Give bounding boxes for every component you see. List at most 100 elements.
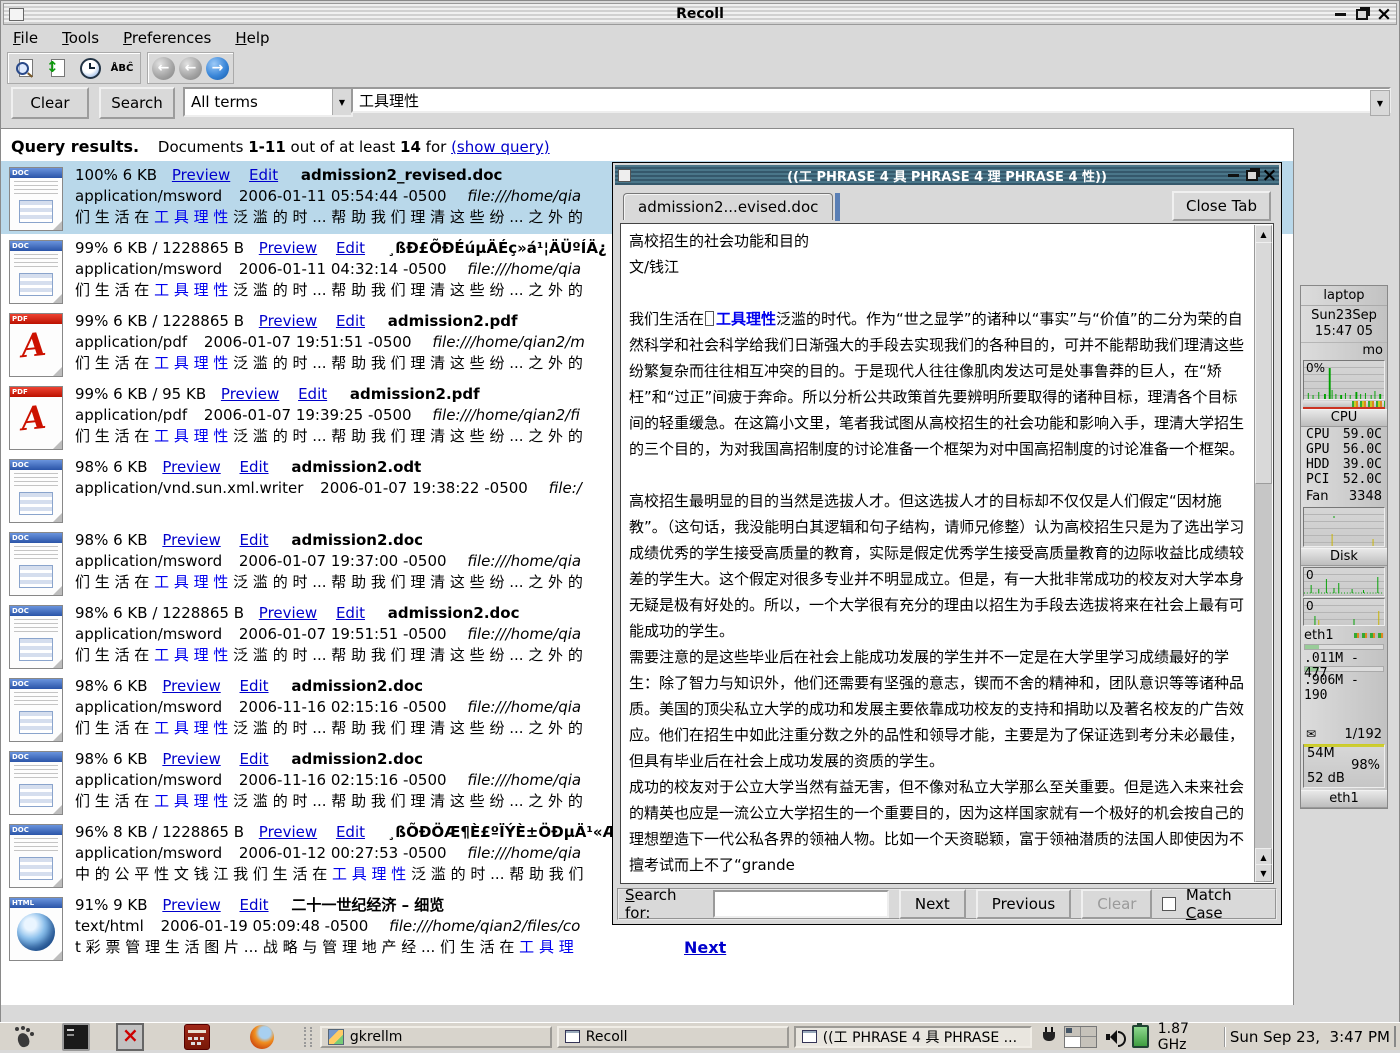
search-input[interactable] [351,87,1391,113]
results-total: 14 [400,138,421,156]
preview-content[interactable]: 高校招生的社会功能和目的 文/钱江 我们生活在工具理性泛滥的时代。作为“世之显学… [629,228,1247,881]
preview-link[interactable]: Preview [162,458,220,476]
gnome-menu-icon[interactable] [12,1025,36,1049]
edit-link[interactable]: Edit [240,677,269,695]
prev-page-icon[interactable] [179,57,202,80]
find-clear-button[interactable]: Clear [1081,889,1152,919]
task-button-recoll[interactable]: Recoll [557,1026,789,1048]
preview-heading: 高校招生的社会功能和目的 文/钱江 [629,228,1247,280]
gk-disk-header[interactable]: Disk [1301,548,1387,566]
preview-scrollbar[interactable] [1254,225,1272,882]
workspace-pager[interactable] [1064,1026,1097,1048]
battery-icon[interactable] [1132,1025,1149,1048]
gk-disk-chart-2[interactable]: 0 [1303,598,1385,626]
preview-link[interactable]: Preview [221,385,279,403]
preview-link[interactable]: Preview [162,750,220,768]
edit-link[interactable]: Edit [249,166,278,184]
search-page-icon[interactable] [12,56,40,80]
result-datetime: 2006-01-07 19:38:22 -0500 [320,479,528,497]
preview-titlebar[interactable]: ((工 PHRASE 4 具 PHRASE 4 理 PHRASE 4 性)) [615,165,1279,185]
preview-link[interactable]: Preview [259,604,317,622]
edit-link[interactable]: Edit [336,604,365,622]
power-plug-icon[interactable] [1043,1027,1055,1047]
taskbar-clock[interactable]: Sun Sep 23, 3:47 PM [1230,1028,1400,1046]
close-tab-button[interactable]: Close Tab [1172,191,1271,221]
preview-link[interactable]: Preview [162,896,220,914]
show-query-link[interactable]: (show query) [451,138,550,156]
edit-link[interactable]: Edit [240,896,269,914]
scroll-down-icon[interactable] [1255,864,1272,882]
preview-window-menu-icon[interactable] [618,169,631,182]
match-case-checkbox[interactable] [1162,897,1175,911]
edit-link[interactable]: Edit [240,531,269,549]
chevron-down-icon[interactable] [332,89,351,115]
edit-link[interactable]: Edit [240,750,269,768]
edit-link[interactable]: Edit [240,458,269,476]
cpu-frequency: 1.87 GHz [1158,1021,1220,1053]
maximize-icon[interactable] [1353,6,1371,22]
main-titlebar[interactable]: Recoll [3,3,1397,25]
gk-disk-chart-1[interactable]: 0 [1303,567,1385,597]
edit-link[interactable]: Edit [336,312,365,330]
find-previous-button[interactable]: Previous [976,889,1071,919]
preview-link[interactable]: Preview [259,823,317,841]
doc-file-icon: DOC A [9,751,63,815]
preview-minimize-icon[interactable] [1226,167,1241,183]
result-snippet: 们 生 活 在 工 具 理 性 泛 滥 的 时 ... 帮 助 我 们 理 清 … [75,791,583,812]
preview-maximize-icon[interactable] [1244,167,1259,183]
menu-help[interactable]: Help [235,29,269,47]
edit-link[interactable]: Edit [298,385,327,403]
next-page-icon[interactable] [206,57,229,80]
volume-icon[interactable] [1106,1028,1123,1046]
gk-cpu-chart[interactable]: 0% [1303,360,1385,400]
gk-volume: 52 dB [1307,771,1345,786]
gk-mail-row[interactable]: 1/192 [1301,726,1387,743]
preview-link[interactable]: Preview [172,166,230,184]
gk-clock[interactable]: Sun23Sep 15:47 05 [1301,306,1387,343]
edit-link[interactable]: Edit [336,239,365,257]
search-mode-select[interactable]: All terms [183,87,353,117]
first-page-icon[interactable] [152,57,175,80]
terminal-launcher-icon[interactable] [62,1023,90,1051]
preview-link[interactable]: Preview [162,531,220,549]
task-button-gkrellm[interactable]: gkrellm [320,1026,552,1048]
menu-preferences[interactable]: Preferences [123,29,211,47]
tasklist-handle[interactable] [304,1027,312,1047]
update-index-icon[interactable]: ↕ [44,56,72,80]
taskbar-end-handle[interactable] [1394,1026,1396,1047]
close-icon[interactable] [1375,6,1393,22]
preview-tab[interactable]: admission2...evised.doc [623,193,833,220]
menu-file[interactable]: File [13,29,38,47]
result-mime: application/vnd.sun.xml.writer [75,479,303,497]
typewriter-launcher-icon[interactable] [184,1024,210,1050]
mail-icon [1306,726,1316,743]
result-title: 二十一世纪经济 – 细览 [291,896,444,914]
result-mime: application/msword [75,187,222,205]
clear-button[interactable]: Clear [11,87,89,119]
task-button-preview[interactable]: ((工 PHRASE 4 具 PHRASE ... [794,1026,1033,1048]
find-input[interactable] [713,890,889,918]
search-button[interactable]: Search [99,87,175,119]
next-page-link[interactable]: Next [684,938,726,957]
result-relevance-size: 91% 9 KB [75,896,148,914]
preview-link[interactable]: Preview [259,312,317,330]
term-explorer-icon[interactable]: ÅBĈ [108,56,136,80]
minimize-icon[interactable] [1331,6,1349,22]
gk-fan-chart[interactable] [1303,507,1385,547]
preview-close-icon[interactable] [1262,167,1277,183]
scroll-up-icon[interactable] [1255,225,1272,243]
preview-link[interactable]: Preview [259,239,317,257]
edit-link[interactable]: Edit [336,823,365,841]
query-history-icon[interactable] [1370,90,1390,116]
result-mime: application/msword [75,698,222,716]
menu-tools[interactable]: Tools [62,29,99,47]
firefox-launcher-icon[interactable] [250,1025,274,1049]
scrollbar-thumb[interactable] [1255,242,1272,484]
display-off-icon[interactable] [116,1023,144,1051]
gk-cpu-header[interactable]: CPU [1301,409,1387,427]
find-next-button[interactable]: Next [899,889,966,919]
gk-eth-footer[interactable]: eth1 [1301,790,1387,808]
window-menu-icon[interactable] [9,8,24,21]
history-clock-icon[interactable] [76,56,104,80]
preview-link[interactable]: Preview [162,677,220,695]
